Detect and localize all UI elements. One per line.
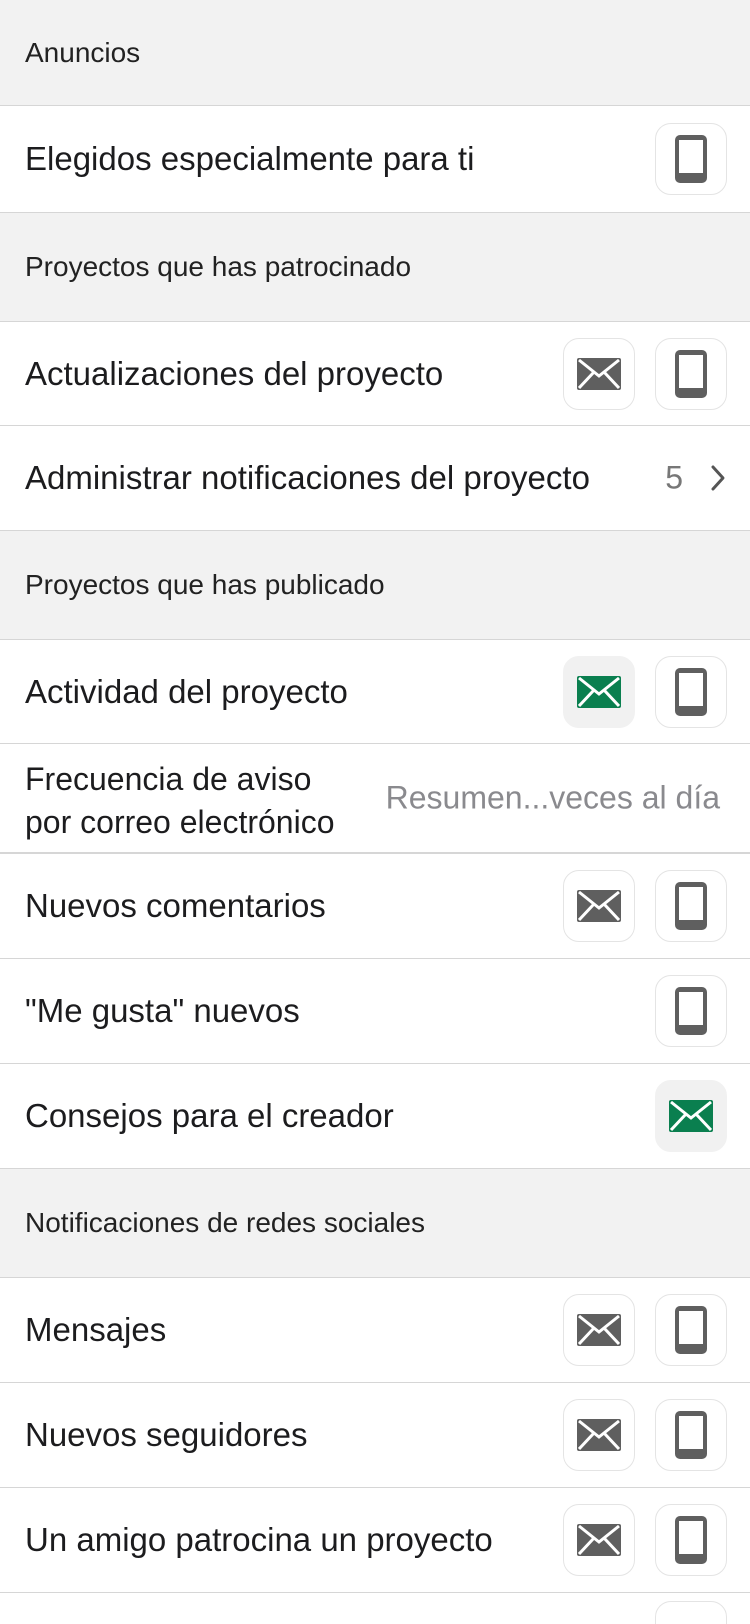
email-toggle-button[interactable]: [563, 1399, 635, 1471]
section-header-publicado: Proyectos que has publicado: [0, 531, 750, 640]
phone-toggle-button[interactable]: [655, 123, 727, 195]
envelope-icon: [577, 1314, 621, 1346]
email-toggle-button[interactable]: [655, 1080, 727, 1152]
row-partial: [0, 1593, 750, 1624]
row-actividad: Actividad del proyecto: [0, 640, 750, 744]
section-header-patrocinado: Proyectos que has patrocinado: [0, 213, 750, 322]
section-title: Notificaciones de redes sociales: [25, 1207, 425, 1238]
email-toggle-button[interactable]: [563, 870, 635, 942]
row-label: Mensajes: [25, 1311, 167, 1348]
phone-toggle-button[interactable]: [655, 1294, 727, 1366]
section-title: Proyectos que has patrocinado: [25, 251, 412, 282]
phone-toggle-button[interactable]: [655, 655, 727, 728]
row-label: Actualizaciones del proyecto: [25, 354, 444, 392]
phone-toggle-button[interactable]: [655, 1601, 727, 1624]
row-label-line1: Frecuencia de aviso: [25, 761, 312, 797]
section-title: Anuncios: [25, 36, 141, 68]
envelope-icon: [577, 358, 621, 390]
phone-toggle-button[interactable]: [655, 975, 727, 1047]
row-me-gusta: "Me gusta" nuevos: [0, 959, 750, 1064]
row-mensajes: Mensajes: [0, 1278, 750, 1383]
row-label: Actividad del proyecto: [25, 672, 348, 710]
email-toggle-button[interactable]: [563, 1504, 635, 1576]
phone-toggle-button[interactable]: [655, 870, 727, 942]
row-amigo-patrocina: Un amigo patrocina un proyecto: [0, 1488, 750, 1593]
phone-toggle-button[interactable]: [655, 337, 727, 410]
envelope-icon: [669, 1100, 713, 1132]
section-header-anuncios: Anuncios: [0, 0, 750, 106]
row-frecuencia-correo[interactable]: Frecuencia de aviso por correo electróni…: [0, 744, 750, 854]
row-label: Nuevos seguidores: [25, 1416, 308, 1453]
envelope-icon: [577, 890, 621, 922]
row-label: "Me gusta" nuevos: [25, 992, 300, 1029]
envelope-icon: [577, 1524, 621, 1556]
row-administrar-notificaciones[interactable]: Administrar notificaciones del proyecto …: [0, 426, 750, 531]
row-actualizaciones: Actualizaciones del proyecto: [0, 322, 750, 426]
envelope-icon: [577, 1419, 621, 1451]
phone-icon: [675, 987, 707, 1035]
phone-toggle-button[interactable]: [655, 1399, 727, 1471]
phone-icon: [675, 350, 707, 398]
phone-icon: [675, 1411, 707, 1459]
row-seguidores: Nuevos seguidores: [0, 1383, 750, 1488]
section-title: Proyectos que has publicado: [25, 569, 385, 600]
phone-toggle-button[interactable]: [655, 1504, 727, 1576]
row-label: Nuevos comentarios: [25, 887, 326, 924]
project-count: 5: [665, 459, 683, 496]
frequency-value: Resumen...veces al día: [385, 779, 720, 816]
email-toggle-button[interactable]: [563, 337, 635, 410]
section-header-redes: Notificaciones de redes sociales: [0, 1169, 750, 1278]
phone-icon: [675, 1516, 707, 1564]
phone-icon: [675, 668, 707, 716]
phone-icon: [675, 1306, 707, 1354]
email-toggle-button[interactable]: [563, 655, 635, 728]
row-label: Administrar notificaciones del proyecto: [25, 459, 590, 496]
envelope-icon: [577, 676, 621, 708]
row-label: Consejos para el creador: [25, 1097, 394, 1134]
row-label: Un amigo patrocina un proyecto: [25, 1521, 493, 1558]
row-label: Frecuencia de aviso por correo electróni…: [25, 758, 334, 844]
row-consejos: Consejos para el creador: [0, 1064, 750, 1169]
row-label-line2: por correo electrónico: [25, 804, 335, 840]
phone-icon: [675, 882, 707, 930]
row-elegidos: Elegidos especialmente para ti: [0, 106, 750, 213]
notification-settings-list: Anuncios Elegidos especialmente para ti …: [0, 0, 750, 1624]
row-label: Elegidos especialmente para ti: [25, 140, 475, 177]
phone-icon: [675, 135, 707, 183]
chevron-right-icon: [711, 465, 725, 491]
row-comentarios: Nuevos comentarios: [0, 854, 750, 959]
email-toggle-button[interactable]: [563, 1294, 635, 1366]
